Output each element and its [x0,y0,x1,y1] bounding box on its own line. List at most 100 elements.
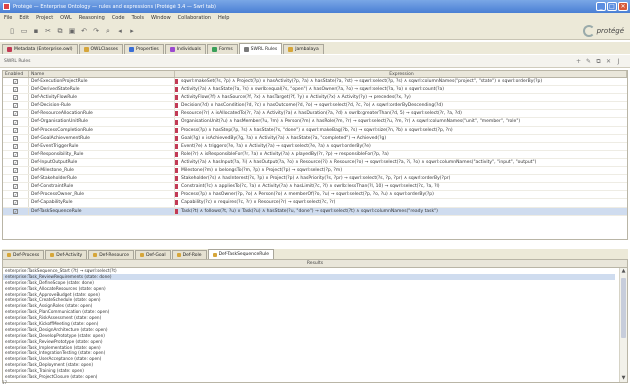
menu-project[interactable]: Project [36,15,53,21]
table-row[interactable]: ✓ Def-EventTriggerRule Event(?e) ∧ trigger… [3,142,627,151]
result-row[interactable]: enterprise:Task_ProjectClosure (state: o… [3,374,615,380]
table-row[interactable]: ✓ Def-Milestone_Rule Milestone(?m) ∧ belon… [3,167,627,176]
tab-metadata-enterprise-owl[interactable]: Metadata (Enterprise.owl) [2,44,78,54]
rule-expression[interactable]: Activity(?a) ∧ hasInput(?a, ?i) ∧ hasOut… [179,159,627,166]
rule-expression[interactable]: Constraint(?c) ∧ appliesTo(?c, ?a) ∧ Act… [179,183,627,190]
table-row[interactable]: ✓ Def-DerivedStateRule Activity(?a) ∧ hasS… [3,86,627,95]
add-rule-icon[interactable]: + [575,58,582,65]
jess-icon[interactable]: J [615,58,622,65]
enabled-checkbox[interactable]: ✓ [13,87,18,93]
minimize-button[interactable]: _ [596,2,606,11]
rule-expression[interactable]: Goal(?g) ∧ isAchievedBy(?g, ?a) ∧ Activi… [179,135,627,142]
close-button[interactable]: ✕ [618,2,628,11]
menu-collaboration[interactable]: Collaboration [178,15,211,21]
results-scrollbar[interactable]: ▲ ▼ [619,268,627,382]
rule-expression[interactable]: sqwrl:makeSet(?s, ?p) ∧ Project(?p) ∧ ha… [179,78,627,85]
rule-expression[interactable]: Activity(?a) ∧ hasState(?a, ?s) ∧ swrlb:… [179,86,627,93]
tab-swrl-rules[interactable]: SWRL Rules [238,43,283,54]
tab-owlclasses[interactable]: OWLClasses [78,44,123,54]
rule-expression[interactable]: Process(?p) ∧ hasOwner(?p, ?o) ∧ Person(… [179,191,627,198]
table-row[interactable]: ✓ Def-ConstraintRule Constraint(?c) ∧ appl… [3,183,627,192]
result-tab[interactable]: Def-TaskSequenceRule [207,249,275,259]
find-icon[interactable]: ⌕ [104,27,112,35]
menu-file[interactable]: File [4,15,12,21]
result-tab[interactable]: Def-Resource [88,250,135,259]
delete-rule-icon[interactable]: ✕ [605,58,612,65]
table-row[interactable]: ✓ Def-Responsibility_Rule Role(?r) ∧ isRes… [3,150,627,159]
rule-expression[interactable]: ActivityFlow(?f) ∧ hasSource(?f, ?x) ∧ h… [179,94,627,101]
rule-expression[interactable]: Event(?e) ∧ triggers(?e, ?a) ∧ Activity(… [179,143,627,150]
table-row[interactable]: ✓ Def-InputOutputRule Activity(?a) ∧ hasIn… [3,158,627,168]
enabled-checkbox[interactable]: ✓ [13,127,18,133]
enabled-checkbox[interactable]: ✓ [13,103,18,109]
scroll-thumb[interactable] [621,278,626,338]
result-tab[interactable]: Def-Goal [135,250,171,259]
cut-icon[interactable]: ✂ [44,27,52,35]
table-row[interactable]: ✓ Def-GoalAchievementRule Goal(?g) ∧ isAch… [3,134,627,143]
rule-expression[interactable]: Capability(?c) ∧ requires(?c, ?r) ∧ Reso… [179,199,627,206]
enabled-checkbox[interactable]: ✓ [13,135,18,141]
enabled-checkbox[interactable]: ✓ [13,151,18,157]
table-row[interactable]: ✓ Def-ProcessCompletionRule Process(?p) ∧ … [3,126,627,135]
table-row[interactable]: ✓ Def-ProcessOwner_Rule Process(?p) ∧ hasO… [3,191,627,200]
back-icon[interactable]: ◂ [116,27,124,35]
header-name[interactable]: Name [29,71,175,77]
table-row[interactable]: ✓ Def-TaskSequenceRule Task(?t) ∧ follows(… [3,207,627,216]
header-expression[interactable]: Expression [175,71,627,77]
rule-expression[interactable]: Process(?p) ∧ hasStep(?p, ?s) ∧ hasState… [179,127,627,134]
enabled-checkbox[interactable]: ✓ [13,79,18,85]
tab-properties[interactable]: Properties [123,44,164,54]
enabled-checkbox[interactable]: ✓ [13,111,18,117]
redo-icon[interactable]: ↷ [92,27,100,35]
enabled-checkbox[interactable]: ✓ [13,192,18,198]
scroll-down-icon[interactable]: ▼ [620,375,627,382]
open-icon[interactable]: ▭ [20,27,28,35]
menu-reasoning[interactable]: Reasoning [79,15,105,21]
tab-forms[interactable]: Forms [206,44,238,54]
table-row[interactable]: ✓ Def-OrganisationUnitRule OrganisationUni… [3,118,627,127]
menu-owl[interactable]: OWL [60,15,72,21]
copy-icon[interactable]: ⧉ [56,27,64,35]
result-tab[interactable]: Def-Activity [45,250,88,259]
enabled-checkbox[interactable]: ✓ [13,176,18,182]
enabled-checkbox[interactable]: ✓ [13,208,18,214]
table-row[interactable]: ✓ Def-CapabilityRule Capability(?c) ∧ requ… [3,199,627,208]
enabled-checkbox[interactable]: ✓ [13,143,18,149]
result-tab[interactable]: Def-Role [171,250,207,259]
rule-expression[interactable]: Decision(?d) ∧ hasCondition(?d, ?c) ∧ ha… [179,102,627,109]
header-enabled[interactable]: Enabled [3,71,29,77]
table-row[interactable]: ✓ Def-ExecutionProjectRule sqwrl:makeSet(?… [3,78,627,87]
paste-icon[interactable]: ▣ [68,27,76,35]
menu-window[interactable]: Window [151,15,171,21]
rule-expression[interactable]: Task(?t) ∧ follows(?t, ?u) ∧ Task(?u) ∧ … [179,208,627,215]
result-tab[interactable]: Def-Process [2,250,45,259]
tab-jambalaya[interactable]: Jambalaya [283,44,324,54]
rule-expression[interactable]: OrganisationUnit(?u) ∧ hasMember(?u, ?m)… [179,118,627,125]
menu-tools[interactable]: Tools [132,15,144,21]
copy-rule-icon[interactable]: ⧉ [595,58,602,65]
menu-code[interactable]: Code [112,15,125,21]
rule-expression[interactable]: Milestone(?m) ∧ belongsTo(?m, ?p) ∧ Proj… [179,167,627,174]
enabled-checkbox[interactable]: ✓ [13,95,18,101]
table-row[interactable]: ✓ Def-ResourceAllocationRule Resource(?r) … [3,110,627,119]
menu-edit[interactable]: Edit [19,15,29,21]
new-icon[interactable]: ▯ [8,27,16,35]
enabled-checkbox[interactable]: ✓ [13,168,18,174]
menu-help[interactable]: Help [218,15,229,21]
edit-rule-icon[interactable]: ✎ [585,58,592,65]
rule-expression[interactable]: Stakeholder(?s) ∧ hasInterest(?s, ?p) ∧ … [179,175,627,182]
enabled-checkbox[interactable]: ✓ [13,159,18,165]
undo-icon[interactable]: ↶ [80,27,88,35]
rule-expression[interactable]: Resource(?r) ∧ isAllocatedTo(?r, ?a) ∧ A… [179,110,627,117]
rule-expression[interactable]: Role(?r) ∧ isResponsibleFor(?r, ?a) ∧ Ac… [179,151,627,158]
scroll-up-icon[interactable]: ▲ [620,268,627,275]
table-row[interactable]: ✓ Def-ActivityFlowRule ActivityFlow(?f) ∧ … [3,94,627,103]
tab-individuals[interactable]: Individuals [164,44,206,54]
table-row[interactable]: ✓ Def-Decision-Rule Decision(?d) ∧ hasCond… [3,102,627,111]
forward-icon[interactable]: ▸ [128,27,136,35]
table-row[interactable]: ✓ Def-StakeholderRule Stakeholder(?s) ∧ ha… [3,175,627,184]
save-icon[interactable]: ▪ [32,27,40,35]
maximize-button[interactable]: □ [607,2,617,11]
enabled-checkbox[interactable]: ✓ [13,184,18,190]
enabled-checkbox[interactable]: ✓ [13,119,18,125]
